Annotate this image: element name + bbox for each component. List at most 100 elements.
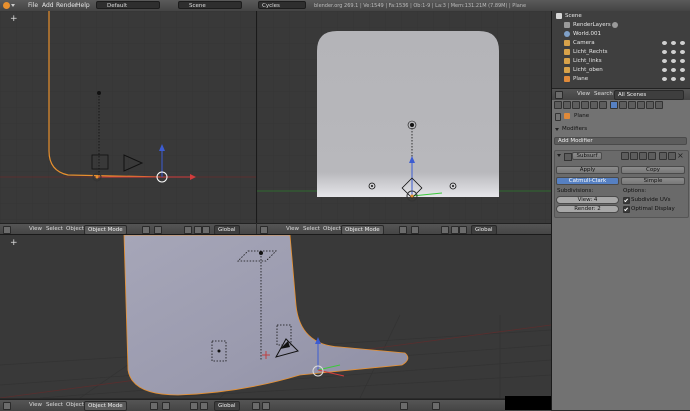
apply-button[interactable]: Apply bbox=[556, 166, 619, 174]
menu-select[interactable]: Select bbox=[46, 226, 63, 232]
translate-icon[interactable] bbox=[451, 226, 459, 234]
render-camera-icon[interactable] bbox=[680, 77, 685, 81]
editor-type-icon[interactable] bbox=[260, 226, 268, 234]
shading-icon[interactable] bbox=[150, 402, 158, 410]
render-camera-icon[interactable] bbox=[680, 50, 685, 54]
constraints-tab-icon[interactable] bbox=[599, 101, 607, 109]
editor-type-icon[interactable] bbox=[555, 91, 563, 99]
select-arrow-icon[interactable] bbox=[671, 68, 676, 72]
area-divider-vertical[interactable] bbox=[256, 11, 257, 223]
view-subdivisions-field[interactable]: View: 4 bbox=[556, 196, 619, 204]
menu-render[interactable]: Render bbox=[56, 2, 77, 9]
viewport-top-right[interactable] bbox=[257, 11, 551, 223]
translate-icon[interactable] bbox=[200, 402, 208, 410]
move-down-icon[interactable] bbox=[668, 152, 676, 160]
render-subdivisions-field[interactable]: Render: 2 bbox=[556, 205, 619, 213]
expand-arrow-icon[interactable] bbox=[557, 154, 561, 157]
menu-view[interactable]: View bbox=[577, 91, 590, 97]
layout-selector[interactable]: Default bbox=[96, 1, 160, 9]
add-modifier-dropdown[interactable]: Add Modifier bbox=[554, 137, 687, 145]
outliner-item[interactable]: Licht_Rechts bbox=[552, 48, 690, 56]
render-tab-icon[interactable] bbox=[554, 101, 562, 109]
menu-object[interactable]: Object bbox=[323, 226, 341, 232]
select-arrow-icon[interactable] bbox=[671, 59, 676, 63]
viewport-toggle-icon[interactable] bbox=[630, 152, 638, 160]
outliner-item[interactable]: RenderLayers bbox=[552, 21, 690, 29]
editmode-toggle-icon[interactable] bbox=[639, 152, 647, 160]
menu-object[interactable]: Object bbox=[66, 226, 84, 232]
render-camera-icon[interactable] bbox=[680, 59, 685, 63]
visibility-eye-icon[interactable] bbox=[662, 59, 667, 63]
menu-add[interactable]: Add bbox=[42, 2, 54, 9]
outliner-item-selected[interactable]: Plane bbox=[552, 75, 690, 83]
display-filter-selector[interactable]: All Scenes bbox=[614, 90, 684, 100]
translate-icon[interactable] bbox=[194, 226, 202, 234]
snap-icon[interactable] bbox=[400, 402, 408, 410]
pivot-icon[interactable] bbox=[411, 226, 419, 234]
optimal-display-checkbox[interactable] bbox=[623, 206, 630, 213]
select-arrow-icon[interactable] bbox=[671, 77, 676, 81]
editor-type-icon[interactable] bbox=[3, 226, 11, 234]
manipulator-icon[interactable] bbox=[441, 226, 449, 234]
scene-selector[interactable]: Scene bbox=[178, 1, 242, 9]
visibility-eye-icon[interactable] bbox=[662, 77, 667, 81]
layer-icon[interactable] bbox=[252, 402, 260, 410]
data-tab-icon[interactable] bbox=[619, 101, 627, 109]
manipulator-icon[interactable] bbox=[184, 226, 192, 234]
outliner-item[interactable]: Scene bbox=[552, 12, 690, 20]
visibility-eye-icon[interactable] bbox=[662, 41, 667, 45]
shading-icon[interactable] bbox=[142, 226, 150, 234]
texture-tab-icon[interactable] bbox=[637, 101, 645, 109]
menu-search[interactable]: Search bbox=[594, 91, 613, 97]
layer-icon[interactable] bbox=[262, 402, 270, 410]
particles-tab-icon[interactable] bbox=[646, 101, 654, 109]
editor-type-chevron-icon[interactable] bbox=[11, 4, 15, 7]
menu-view[interactable]: View bbox=[286, 226, 299, 232]
viewport-bottom-perspective[interactable]: + bbox=[0, 235, 551, 398]
area-divider-horizontal[interactable] bbox=[0, 234, 551, 235]
physics-tab-icon[interactable] bbox=[655, 101, 663, 109]
outliner-item[interactable]: Licht_oben bbox=[552, 66, 690, 74]
close-icon[interactable]: × bbox=[677, 151, 684, 160]
menu-object[interactable]: Object bbox=[66, 402, 84, 408]
select-arrow-icon[interactable] bbox=[671, 50, 676, 54]
menu-file[interactable]: File bbox=[28, 2, 38, 9]
blender-logo-icon[interactable] bbox=[3, 2, 10, 9]
pin-icon[interactable] bbox=[555, 113, 561, 121]
outliner-item[interactable]: World.001 bbox=[552, 30, 690, 38]
visibility-eye-icon[interactable] bbox=[662, 68, 667, 72]
manipulator-icon[interactable] bbox=[190, 402, 198, 410]
visibility-eye-icon[interactable] bbox=[662, 50, 667, 54]
tab-simple[interactable]: Simple bbox=[621, 177, 685, 185]
select-arrow-icon[interactable] bbox=[671, 41, 676, 45]
modifiers-panel-header[interactable]: Modifiers bbox=[552, 125, 690, 134]
menu-select[interactable]: Select bbox=[46, 402, 63, 408]
menu-view[interactable]: View bbox=[29, 402, 42, 408]
modifier-name-field[interactable]: Subsurf bbox=[572, 152, 602, 160]
render-camera-icon[interactable] bbox=[680, 41, 685, 45]
pivot-icon[interactable] bbox=[162, 402, 170, 410]
menu-help[interactable]: Help bbox=[76, 2, 90, 9]
viewport-top-left[interactable]: + bbox=[0, 11, 256, 223]
scene-tab-icon[interactable] bbox=[572, 101, 580, 109]
world-tab-icon[interactable] bbox=[581, 101, 589, 109]
rotate-icon[interactable] bbox=[202, 226, 210, 234]
shading-icon[interactable] bbox=[399, 226, 407, 234]
render-layers-tab-icon[interactable] bbox=[563, 101, 571, 109]
pivot-icon[interactable] bbox=[154, 226, 162, 234]
render-camera-icon[interactable] bbox=[680, 68, 685, 72]
move-up-icon[interactable] bbox=[659, 152, 667, 160]
menu-select[interactable]: Select bbox=[303, 226, 320, 232]
editor-type-icon[interactable] bbox=[3, 402, 11, 410]
render-toggle-icon[interactable] bbox=[621, 152, 629, 160]
subdivide-uvs-checkbox[interactable] bbox=[623, 197, 630, 204]
tab-catmull-clark[interactable]: Catmull-Clark bbox=[556, 177, 619, 185]
outliner-item[interactable]: Camera bbox=[552, 39, 690, 47]
material-tab-icon[interactable] bbox=[628, 101, 636, 109]
render-preview-icon[interactable] bbox=[432, 402, 440, 410]
modifiers-tab-icon[interactable] bbox=[610, 101, 618, 109]
rotate-icon[interactable] bbox=[459, 226, 467, 234]
outliner-item[interactable]: Licht_links bbox=[552, 57, 690, 65]
cage-toggle-icon[interactable] bbox=[648, 152, 656, 160]
copy-button[interactable]: Copy bbox=[621, 166, 685, 174]
